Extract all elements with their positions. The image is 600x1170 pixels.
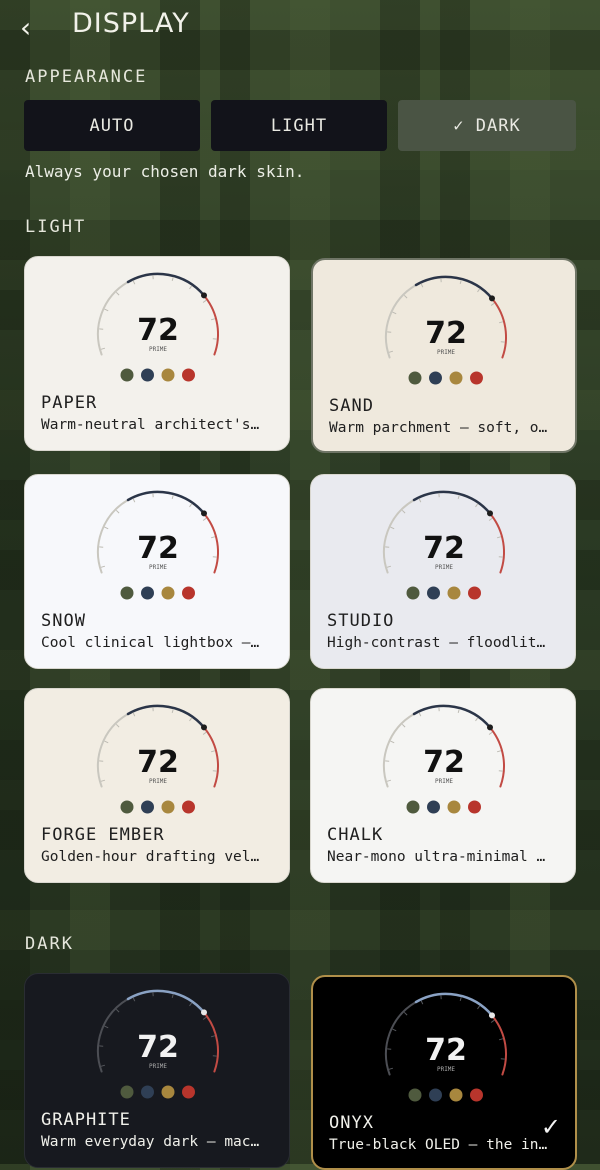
theme-description: True-black OLED — the in… (329, 1137, 569, 1153)
gauge-caption: PRIME (435, 564, 453, 571)
swatch-dot (162, 369, 175, 382)
appearance-light-button[interactable]: LIGHT (211, 100, 387, 151)
theme-card-chalk[interactable]: 72PRIMECHALKNear-mono ultra-minimal … (310, 688, 576, 883)
swatch-dot (450, 1089, 463, 1102)
theme-card-onyx[interactable]: 72PRIMEONYXTrue-black OLED — the in…✓ (311, 975, 577, 1170)
theme-name: STUDIO (327, 611, 394, 631)
gauge-caption: PRIME (149, 1063, 167, 1070)
swatch-dot (182, 1086, 195, 1099)
display-screen: ‹ DISPLAY APPEARANCE AUTO LIGHT ✓ DARK A… (0, 0, 600, 1164)
appearance-hint: Always your chosen dark skin. (25, 162, 304, 181)
gauge-icon: 72PRIME (313, 260, 577, 395)
gauge-value: 72 (423, 745, 465, 780)
back-chevron-icon[interactable]: ‹ (20, 12, 48, 44)
light-section-label: LIGHT (25, 217, 86, 237)
swatch-dot (468, 801, 481, 814)
swatch-dot (182, 369, 195, 382)
swatch-dot (409, 1089, 422, 1102)
gauge-icon: 72PRIME (25, 974, 290, 1109)
swatch-dot (121, 801, 134, 814)
gauge-value: 72 (423, 531, 465, 566)
swatch-dot (121, 587, 134, 600)
theme-description: Warm-neutral architect's… (41, 417, 281, 433)
swatch-dot (141, 369, 154, 382)
gauge-icon: 72PRIME (311, 475, 576, 610)
gauge-caption: PRIME (149, 778, 167, 785)
swatch-dot (162, 1086, 175, 1099)
theme-card-paper[interactable]: 72PRIMEPAPERWarm-neutral architect's… (24, 256, 290, 451)
page-title: DISPLAY (72, 8, 190, 39)
swatch-dot (407, 587, 420, 600)
theme-description: Warm parchment — soft, o… (329, 420, 569, 436)
theme-description: High-contrast — floodlit… (327, 635, 567, 651)
appearance-dark-button[interactable]: ✓ DARK (398, 100, 576, 151)
theme-card-studio[interactable]: 72PRIMESTUDIOHigh-contrast — floodlit… (310, 474, 576, 669)
gauge-icon: 72PRIME (313, 977, 577, 1112)
swatch-dot (427, 587, 440, 600)
swatch-dot (448, 801, 461, 814)
swatch-dot (468, 587, 481, 600)
swatch-dot (141, 1086, 154, 1099)
swatch-dot (121, 1086, 134, 1099)
theme-name: SNOW (41, 611, 86, 631)
swatch-dot (450, 372, 463, 385)
swatch-dot (429, 372, 442, 385)
theme-name: CHALK (327, 825, 383, 845)
swatch-dot (182, 587, 195, 600)
swatch-dot (141, 801, 154, 814)
swatch-dot (162, 801, 175, 814)
gauge-value: 72 (425, 1033, 467, 1068)
gauge-caption: PRIME (437, 349, 455, 356)
theme-name: PAPER (41, 393, 97, 413)
gauge-caption: PRIME (437, 1066, 455, 1073)
gauge-value: 72 (137, 1030, 179, 1065)
theme-card-snow[interactable]: 72PRIMESNOWCool clinical lightbox —… (24, 474, 290, 669)
appearance-label: APPEARANCE (25, 67, 147, 87)
swatch-dot (407, 801, 420, 814)
gauge-icon: 72PRIME (25, 475, 290, 610)
gauge-icon: 72PRIME (25, 257, 290, 392)
gauge-caption: PRIME (435, 778, 453, 785)
theme-name: FORGE EMBER (41, 825, 165, 845)
appearance-auto-button[interactable]: AUTO (24, 100, 200, 151)
swatch-dot (409, 372, 422, 385)
swatch-dot (182, 801, 195, 814)
theme-card-sand[interactable]: 72PRIMESANDWarm parchment — soft, o… (311, 258, 577, 453)
gauge-value: 72 (137, 531, 179, 566)
theme-name: SAND (329, 396, 374, 416)
gauge-caption: PRIME (149, 346, 167, 353)
swatch-dot (448, 587, 461, 600)
theme-description: Warm everyday dark — mac… (41, 1134, 281, 1150)
theme-name: GRAPHITE (41, 1110, 131, 1130)
swatch-dot (470, 1089, 483, 1102)
swatch-dot (121, 369, 134, 382)
dark-section-label: DARK (25, 934, 74, 954)
theme-card-graphite[interactable]: 72PRIMEGRAPHITEWarm everyday dark — mac… (24, 973, 290, 1168)
theme-description: Near-mono ultra-minimal … (327, 849, 567, 865)
swatch-dot (162, 587, 175, 600)
theme-name: ONYX (329, 1113, 374, 1133)
theme-description: Golden-hour drafting vel… (41, 849, 281, 865)
gauge-icon: 72PRIME (25, 689, 290, 824)
theme-description: Cool clinical lightbox —… (41, 635, 281, 651)
gauge-value: 72 (425, 316, 467, 351)
gauge-value: 72 (137, 313, 179, 348)
swatch-dot (470, 372, 483, 385)
swatch-dot (429, 1089, 442, 1102)
swatch-dot (427, 801, 440, 814)
selected-check-icon: ✓ (541, 1113, 561, 1141)
swatch-dot (141, 587, 154, 600)
gauge-value: 72 (137, 745, 179, 780)
gauge-icon: 72PRIME (311, 689, 576, 824)
gauge-caption: PRIME (149, 564, 167, 571)
theme-card-forge-ember[interactable]: 72PRIMEFORGE EMBERGolden-hour drafting v… (24, 688, 290, 883)
